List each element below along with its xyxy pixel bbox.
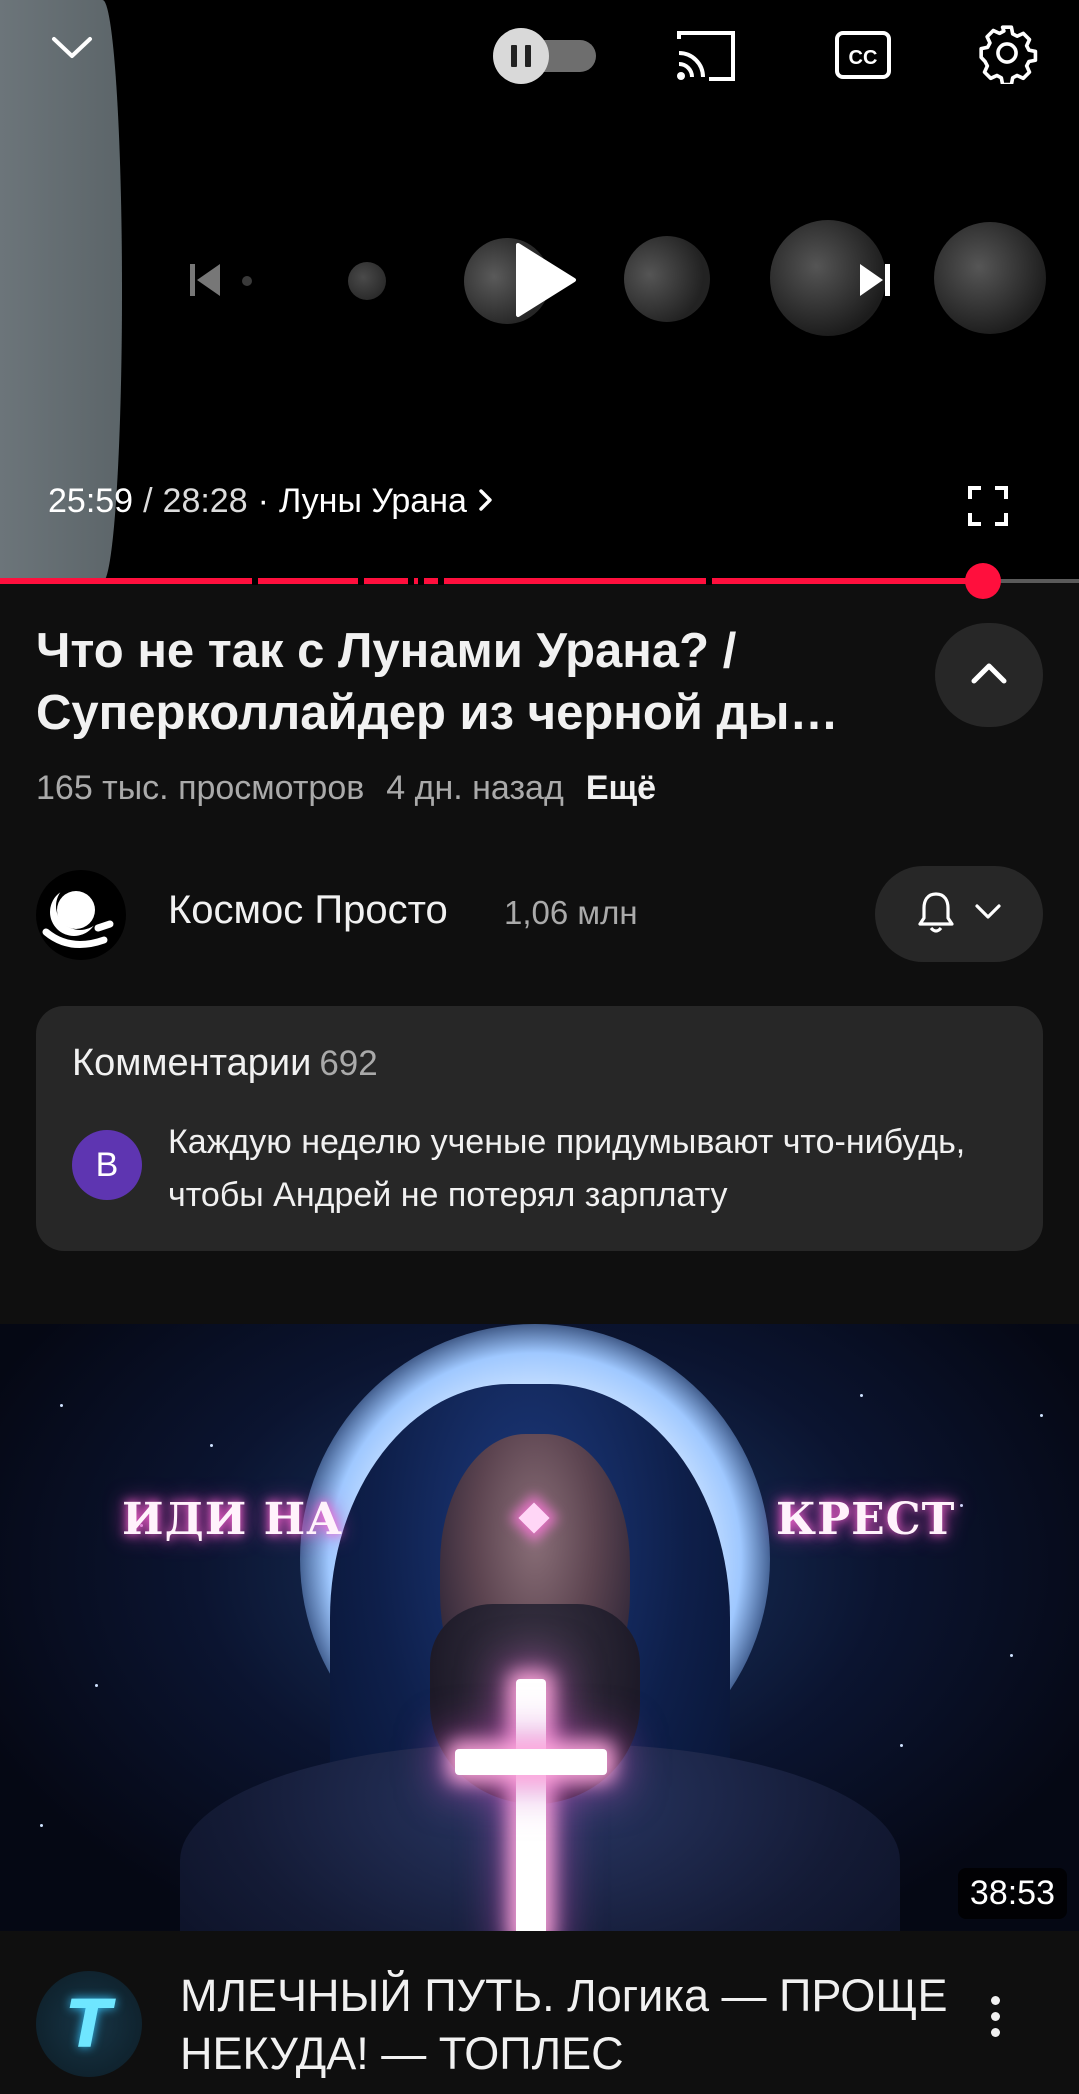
chapter-dot: · [257, 482, 269, 520]
chapter-marker [408, 577, 414, 585]
chapter-marker [706, 577, 712, 585]
play-icon[interactable] [500, 232, 590, 328]
chapter-marker [438, 577, 444, 585]
skip-next-icon[interactable] [848, 252, 904, 308]
chapter-title: Луны Урана [278, 482, 467, 520]
comments-header: Комментарии 692 [72, 1042, 378, 1085]
cross-image [516, 1679, 546, 1931]
cast-icon[interactable] [672, 22, 740, 88]
collapse-description-button[interactable] [935, 623, 1043, 727]
next-channel-avatar[interactable]: T [36, 1971, 142, 2077]
moon-image [348, 262, 386, 300]
chevron-up-icon [969, 661, 1009, 690]
subscriber-count: 1,06 млн [504, 894, 638, 931]
thumbnail-word-right: КРЕСТ [776, 1494, 956, 1545]
commenter-avatar: B [72, 1130, 142, 1200]
cc-icon[interactable]: CC [832, 24, 894, 86]
chapter-marker [252, 577, 258, 585]
comments-label: Комментарии [72, 1042, 312, 1084]
comments-count: 692 [319, 1044, 378, 1083]
video-title[interactable]: Что не так с Лунами Урана? / Суперколлай… [36, 620, 916, 744]
svg-text:CC: CC [849, 47, 878, 69]
top-comment-text: Каждую неделю ученые придумывают что-ниб… [168, 1123, 966, 1214]
more-link[interactable]: Ещё [586, 769, 656, 808]
moon-image [242, 276, 252, 286]
upload-age: 4 дн. назад [386, 769, 564, 807]
cross-image [455, 1749, 607, 1775]
subscription-notifications-button[interactable] [875, 866, 1043, 962]
moon-image [934, 222, 1046, 334]
skip-previous-icon[interactable] [176, 252, 232, 308]
total-time: 28:28 [162, 482, 248, 520]
current-time: 25:59 [48, 482, 134, 520]
bell-icon [916, 890, 956, 939]
time-separator: / [143, 482, 153, 520]
next-video-info[interactable]: T МЛЕЧНЫЙ ПУТЬ. Логика — ПРОЩЕ НЕКУДА! —… [0, 1931, 1079, 2094]
autoplay-toggle[interactable] [488, 28, 600, 84]
chevron-down-icon [974, 903, 1002, 926]
channel-row[interactable]: Космос Просто 1,06 млн [36, 866, 1043, 962]
chevron-right-icon [477, 482, 495, 521]
next-video-title[interactable]: МЛЕЧНЫЙ ПУТЬ. Логика — ПРОЩЕ НЕКУДА! — Т… [180, 1967, 950, 2083]
channel-name[interactable]: Космос Просто [168, 888, 448, 933]
more-vertical-icon[interactable] [975, 1981, 1015, 2051]
next-video-thumbnail[interactable]: ИДИ НА КРЕСТ 38:53 [0, 1324, 1079, 1931]
video-player[interactable]: CC 25:59 / 28:28 · Луны Урана [0, 0, 1079, 582]
thumbnail-word-left: ИДИ НА [122, 1494, 343, 1545]
gear-icon[interactable] [974, 20, 1040, 86]
view-count: 165 тыс. просмотров [36, 769, 365, 807]
time-and-chapter[interactable]: 25:59 / 28:28 · Луны Урана [48, 482, 495, 521]
chapter-marker [358, 577, 364, 585]
chevron-down-icon[interactable] [40, 20, 104, 76]
video-duration-badge: 38:53 [957, 1868, 1067, 1919]
next-channel-avatar-letter: T [66, 1985, 112, 2063]
chapter-marker [418, 577, 424, 585]
progress-fill [0, 578, 983, 584]
comments-panel[interactable]: Комментарии 692 B Каждую неделю ученые пр… [36, 1006, 1043, 1251]
fullscreen-icon[interactable] [960, 478, 1016, 534]
progress-bar[interactable] [0, 563, 1079, 599]
progress-scrubber-handle[interactable] [965, 563, 1001, 599]
channel-avatar[interactable] [36, 870, 126, 960]
moon-image [624, 236, 710, 322]
video-meta[interactable]: 165 тыс. просмотров 4 дн. назад Ещё [36, 769, 656, 808]
